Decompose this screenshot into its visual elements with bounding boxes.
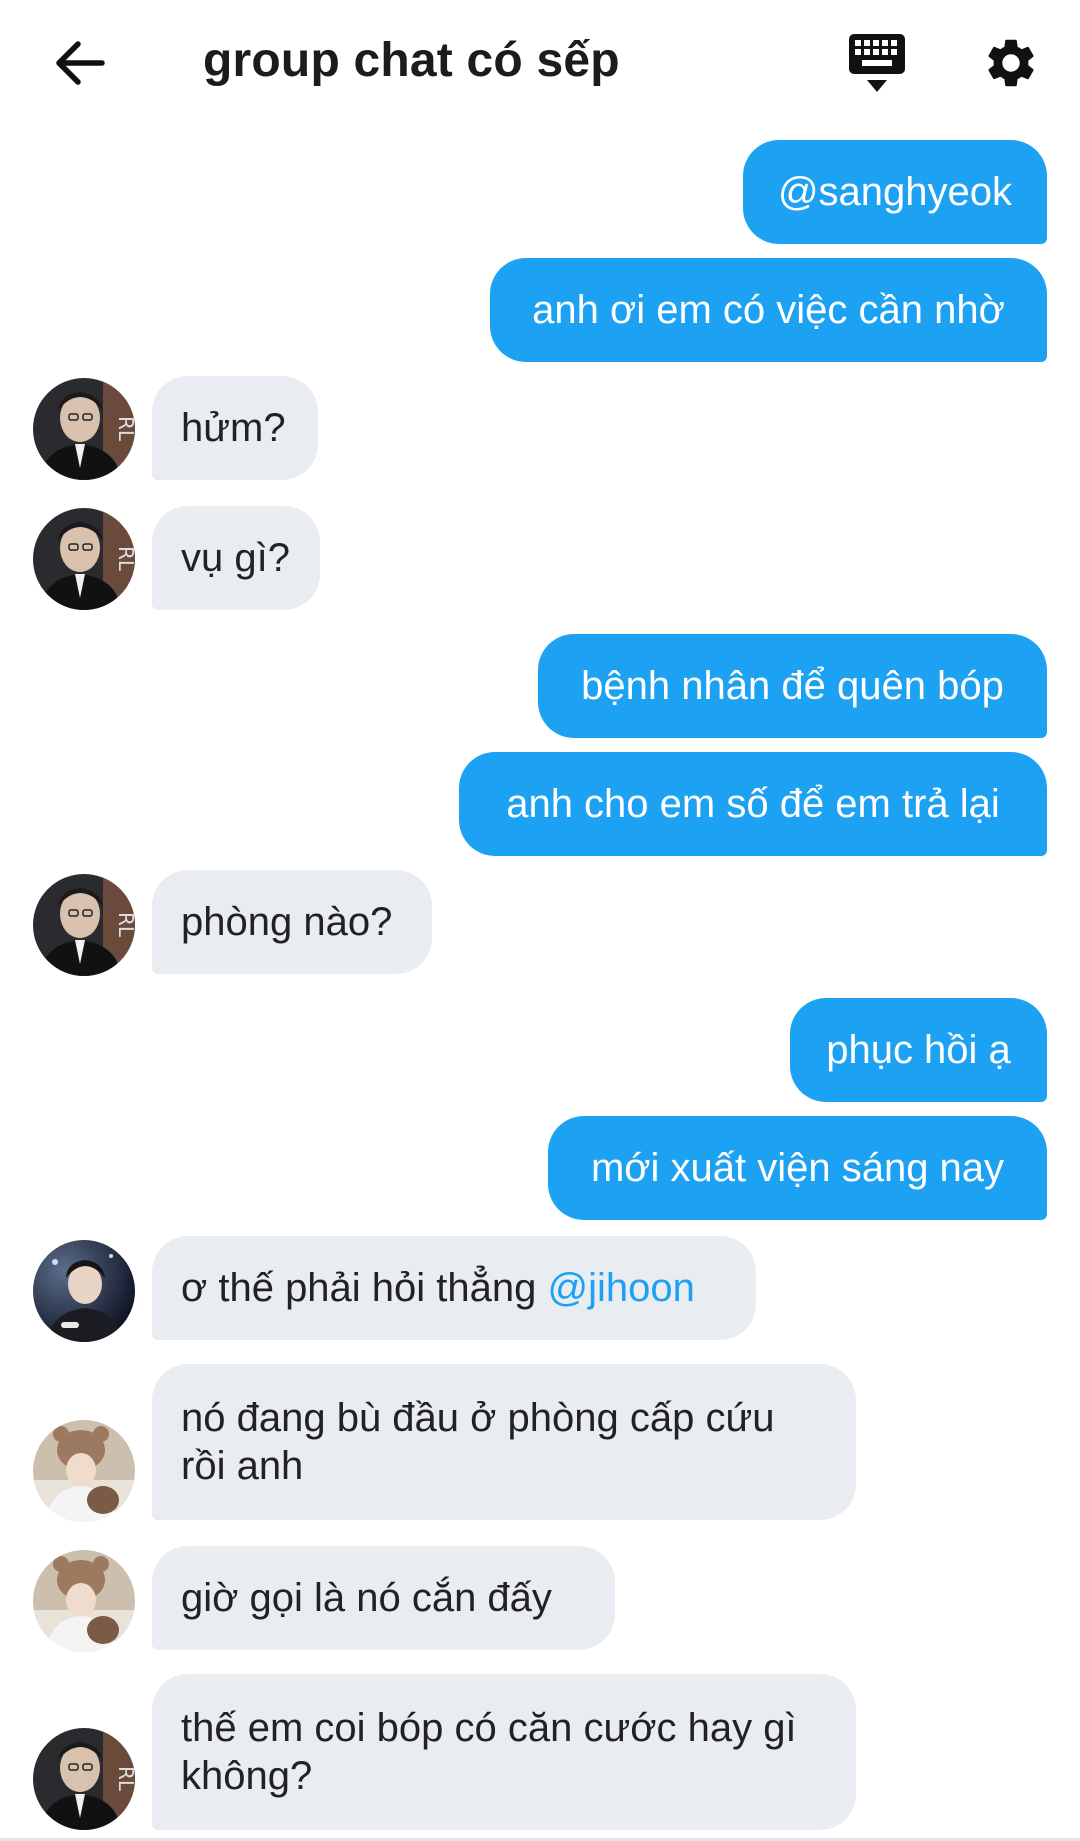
avatar[interactable]: RL — [33, 378, 135, 480]
message-bubble-incoming[interactable]: vụ gì? — [152, 506, 320, 610]
message-bubble-incoming[interactable]: hửm? — [152, 376, 318, 480]
message-bubble-incoming[interactable]: nó đang bù đầu ở phòng cấp cứu rồi anh — [152, 1364, 856, 1520]
message-bubble-outgoing[interactable]: anh ơi em có việc cần nhờ — [490, 258, 1047, 362]
message-bubble-outgoing[interactable]: phục hồi ạ — [790, 998, 1047, 1102]
message-text: ơ thế phải hỏi thẳng — [181, 1266, 548, 1310]
svg-text:RL: RL — [114, 416, 135, 442]
message-bubble-outgoing[interactable]: @sanghyeok — [743, 140, 1047, 244]
message-bubble-outgoing[interactable]: anh cho em số để em trả lại — [459, 752, 1047, 856]
avatar[interactable] — [33, 1420, 135, 1522]
message-bubble-incoming[interactable]: ơ thế phải hỏi thẳng @jihoon — [152, 1236, 756, 1340]
avatar[interactable]: RL — [33, 508, 135, 610]
avatar[interactable] — [33, 1550, 135, 1652]
avatar[interactable] — [33, 1240, 135, 1342]
svg-text:RL: RL — [114, 1766, 135, 1792]
message-bubble-incoming[interactable]: thế em coi bóp có căn cước hay gì không? — [152, 1674, 856, 1830]
message-bubble-outgoing[interactable]: mới xuất viện sáng nay — [548, 1116, 1047, 1220]
message-list: @sanghyeok anh ơi em có việc cần nhờ RL … — [0, 0, 1080, 1841]
avatar[interactable]: RL — [33, 1728, 135, 1830]
avatar[interactable]: RL — [33, 874, 135, 976]
message-bubble-incoming[interactable]: giờ gọi là nó cắn đấy — [152, 1546, 615, 1650]
message-bubble-outgoing[interactable]: bệnh nhân để quên bóp — [538, 634, 1047, 738]
message-bubble-incoming[interactable]: phòng nào? — [152, 870, 432, 974]
svg-text:RL: RL — [114, 912, 135, 938]
svg-text:RL: RL — [114, 546, 135, 572]
mention-link[interactable]: @jihoon — [548, 1268, 695, 1308]
